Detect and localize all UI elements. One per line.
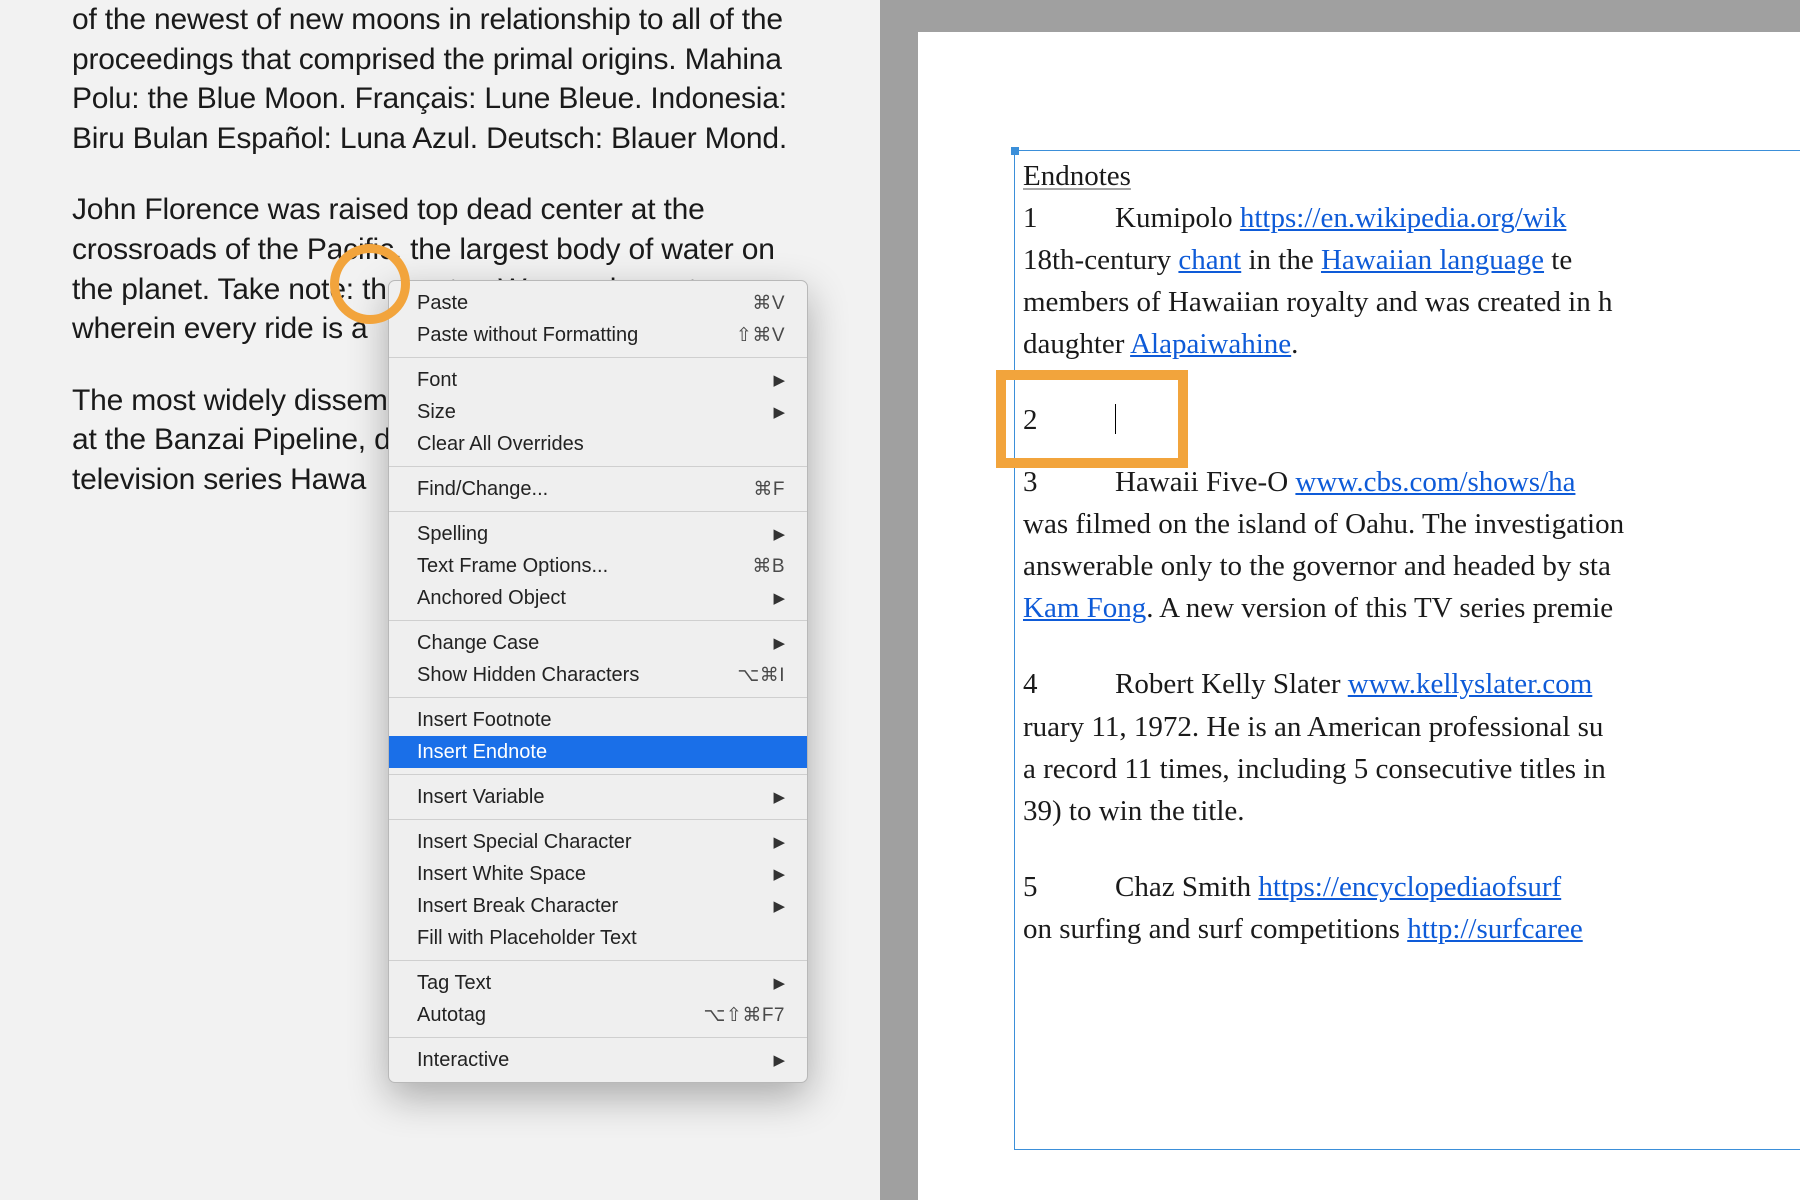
endnote-text: a record 11 times, including 5 consecuti… [1023,753,1606,785]
endnote-text: daughter [1023,328,1130,360]
menu-separator [389,620,807,621]
endnote-link[interactable]: www.cbs.com/shows/ha [1295,466,1575,498]
endnote-text: Chaz Smith [1115,871,1258,903]
text-cursor [1115,404,1116,434]
chevron-right-icon: ▶ [773,634,785,652]
menu-insert-special-character[interactable]: Insert Special Character▶ [389,826,807,858]
chevron-right-icon: ▶ [773,788,785,806]
article-paragraph[interactable]: of the newest of new moons in relationsh… [72,0,792,158]
endnote-5[interactable]: 5Chaz Smith https://encyclopediaofsurf o… [1023,866,1800,950]
endnote-text: 39) to win the title. [1023,795,1245,827]
menu-spelling[interactable]: Spelling▶ [389,518,807,550]
menu-separator [389,697,807,698]
menu-paste-without-formatting[interactable]: Paste without Formatting⇧⌘V [389,319,807,351]
endnote-text: members of Hawaiian royalty and was crea… [1023,286,1612,318]
endnote-text: Kumipolo [1115,202,1240,234]
endnote-text: answerable only to the governor and head… [1023,550,1611,582]
endnote-text: . A new version of this TV series premie [1146,592,1613,624]
menu-insert-break-character[interactable]: Insert Break Character▶ [389,890,807,922]
endnote-text: . [1291,328,1298,360]
chevron-right-icon: ▶ [773,589,785,607]
chevron-right-icon: ▶ [773,525,785,543]
chevron-right-icon: ▶ [773,865,785,883]
endnote-text: 18th-century [1023,244,1178,276]
endnote-number: 1 [1023,197,1115,239]
frame-handle[interactable] [1011,147,1019,155]
menu-insert-endnote[interactable]: Insert Endnote [389,736,807,768]
menu-show-hidden-characters[interactable]: Show Hidden Characters⌥⌘I [389,659,807,691]
endnotes-text-frame[interactable]: Endnotes 1Kumipolo https://en.wikipedia.… [1014,150,1800,1150]
endnote-text: te [1544,244,1572,276]
endnote-3[interactable]: 3Hawaii Five-O www.cbs.com/shows/ha was … [1023,461,1800,629]
endnote-link[interactable]: https://encyclopediaofsurf [1258,871,1561,903]
endnote-text: Robert Kelly Slater [1115,668,1348,700]
pasteboard: Endnotes 1Kumipolo https://en.wikipedia.… [880,0,1800,1200]
chevron-right-icon: ▶ [773,897,785,915]
endnote-text: ruary 11, 1972. He is an American profes… [1023,711,1603,743]
endnote-link[interactable]: Hawaiian language [1321,244,1544,276]
endnote-1[interactable]: 1Kumipolo https://en.wikipedia.org/wik 1… [1023,197,1800,365]
endnote-link[interactable]: https://en.wikipedia.org/wik [1240,202,1567,234]
menu-find-change[interactable]: Find/Change...⌘F [389,473,807,505]
menu-separator [389,819,807,820]
chevron-right-icon: ▶ [773,403,785,421]
endnote-number: 2 [1023,399,1115,441]
menu-interactive[interactable]: Interactive▶ [389,1044,807,1076]
endnotes-page: Endnotes 1Kumipolo https://en.wikipedia.… [918,32,1800,1200]
menu-text-frame-options[interactable]: Text Frame Options...⌘B [389,550,807,582]
endnote-link[interactable]: Alapaiwahine [1130,328,1291,360]
endnote-4[interactable]: 4Robert Kelly Slater www.kellyslater.com… [1023,663,1800,831]
menu-change-case[interactable]: Change Case▶ [389,627,807,659]
endnotes-title: Endnotes [1023,155,1800,197]
endnote-number: 3 [1023,461,1115,503]
menu-separator [389,357,807,358]
endnote-link[interactable]: www.kellyslater.com [1348,668,1593,700]
menu-separator [389,1037,807,1038]
chevron-right-icon: ▶ [773,371,785,389]
endnote-text: Hawaii Five-O [1115,466,1295,498]
menu-autotag[interactable]: Autotag⌥⇧⌘F7 [389,999,807,1031]
menu-anchored-object[interactable]: Anchored Object▶ [389,582,807,614]
menu-insert-variable[interactable]: Insert Variable▶ [389,781,807,813]
endnote-text: was filmed on the island of Oahu. The in… [1023,508,1624,540]
menu-tag-text[interactable]: Tag Text▶ [389,967,807,999]
chevron-right-icon: ▶ [773,1051,785,1069]
menu-insert-white-space[interactable]: Insert White Space▶ [389,858,807,890]
menu-clear-overrides[interactable]: Clear All Overrides [389,428,807,460]
endnote-link[interactable]: Kam Fong [1023,592,1146,624]
menu-separator [389,511,807,512]
menu-fill-placeholder-text[interactable]: Fill with Placeholder Text [389,922,807,954]
menu-paste[interactable]: Paste⌘V [389,287,807,319]
menu-separator [389,960,807,961]
endnote-2[interactable]: 2 [1023,399,1800,441]
endnote-number: 4 [1023,663,1115,705]
endnote-link[interactable]: http://surfcaree [1407,913,1583,945]
endnote-text: in the [1241,244,1321,276]
context-menu[interactable]: Paste⌘V Paste without Formatting⇧⌘V Font… [388,280,808,1083]
menu-insert-footnote[interactable]: Insert Footnote [389,704,807,736]
chevron-right-icon: ▶ [773,974,785,992]
menu-separator [389,466,807,467]
endnotes-content[interactable]: Endnotes 1Kumipolo https://en.wikipedia.… [1015,151,1800,950]
endnote-number: 5 [1023,866,1115,908]
menu-size[interactable]: Size▶ [389,396,807,428]
menu-separator [389,774,807,775]
menu-font[interactable]: Font▶ [389,364,807,396]
endnote-text: on surfing and surf competitions [1023,913,1407,945]
endnote-link[interactable]: chant [1178,244,1241,276]
chevron-right-icon: ▶ [773,833,785,851]
